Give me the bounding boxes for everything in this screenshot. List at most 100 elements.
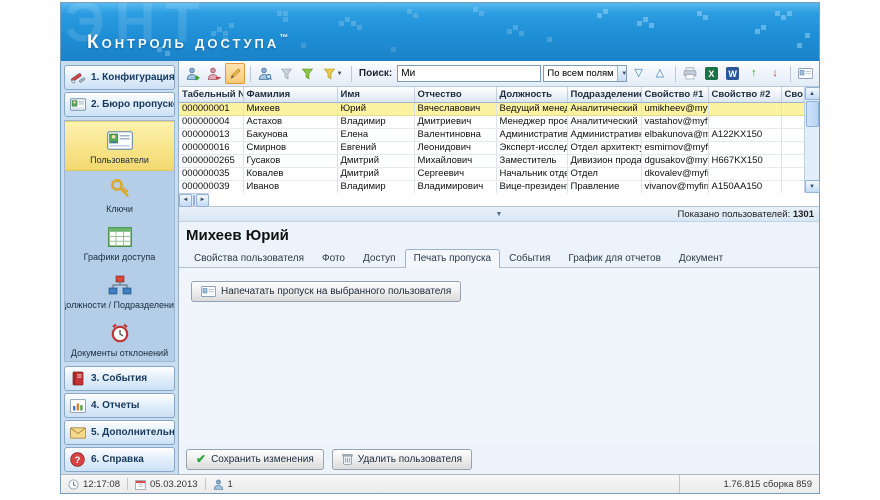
export-button[interactable]: ↓	[765, 63, 784, 84]
org-chart-icon	[107, 273, 133, 297]
table-cell: Отдел архитектуры	[567, 141, 641, 154]
sidebar-item-5[interactable]: Документы отклонений	[65, 315, 174, 362]
table-cell: Валентиновна	[414, 128, 496, 141]
column-header[interactable]: Имя	[337, 87, 414, 102]
toolbar: ▼ Поиск: По всем полям ▼ ▽ △ X	[179, 61, 819, 87]
table-cell	[781, 167, 804, 180]
page-background: ЭНТ Контроль доступа™ 1. Конфигурация2. …	[0, 0, 880, 500]
table-cell: Михеев	[243, 102, 337, 115]
find-user-button[interactable]	[256, 63, 275, 84]
column-header[interactable]: Подразделение	[567, 87, 641, 102]
table-row[interactable]: 000000039ИвановВладимирВладимировичВице-…	[179, 180, 804, 193]
scroll-up-button[interactable]: ▲	[805, 87, 820, 100]
search-field-select[interactable]: По всем полям ▼	[543, 65, 627, 82]
dropdown-arrow-icon[interactable]: ▼	[617, 66, 627, 81]
word-icon: W	[726, 67, 739, 80]
search-input[interactable]	[397, 65, 541, 82]
table-cell: Ведущий менеджер	[496, 102, 567, 115]
filter-clear-button[interactable]	[277, 63, 296, 84]
sidebar-item-4[interactable]: Должности / Подразделения	[65, 267, 174, 315]
table-vertical-scrollbar[interactable]: ▲ ▼	[804, 87, 819, 193]
tab-inactive[interactable]: Доступ	[354, 249, 405, 268]
users-table: Табельный №ФамилияИмяОтчествоДолжностьПо…	[179, 87, 819, 207]
filter-apply-button[interactable]	[298, 63, 317, 84]
sidebar-section-3[interactable]: 3. События	[64, 366, 175, 391]
filter-options-button[interactable]: ▼	[319, 63, 346, 84]
table-cell: Дмитрий	[337, 154, 414, 167]
shown-users-count: 1301	[793, 209, 814, 220]
shown-users-label: Показано пользователей:	[678, 209, 791, 220]
vertical-scroll-thumb[interactable]	[806, 101, 819, 127]
table-cell: 000000004	[179, 115, 243, 128]
tab-inactive[interactable]: Свойства пользователя	[185, 249, 313, 268]
person-find-icon	[258, 67, 272, 81]
column-header[interactable]: Свойство #1	[641, 87, 708, 102]
table-horizontal-scrollbar[interactable]: ◄ ►	[179, 193, 209, 206]
column-header[interactable]: Отчество	[414, 87, 496, 102]
tab-inactive[interactable]: Документ	[670, 249, 732, 268]
sidebar-item-3[interactable]: Графики доступа	[65, 219, 174, 267]
table-row[interactable]: 000000001МихеевЮрийВячеславовичВедущий м…	[179, 102, 804, 115]
sort-ascending-button[interactable]: △	[650, 63, 669, 84]
scroll-right-button[interactable]: ►	[196, 194, 209, 207]
tab-inactive[interactable]: События	[500, 249, 559, 268]
app-version: 1.76.815 сборка 859	[679, 475, 819, 493]
table-cell	[708, 167, 781, 180]
sidebar: 1. Конфигурация2. Бюро пропусков Пользов…	[61, 61, 179, 474]
sidebar-section-1[interactable]: 1. Конфигурация	[64, 65, 175, 90]
tab-inactive[interactable]: Фото	[313, 249, 354, 268]
tab-active[interactable]: Печать пропуска	[405, 249, 501, 268]
table-row[interactable]: 000000004АстаховВладимирДмитриевичМенедж…	[179, 115, 804, 128]
table-cell: Гусаков	[243, 154, 337, 167]
export-word-button[interactable]: W	[723, 63, 742, 84]
sidebar-section-4[interactable]: 4. Отчеты	[64, 393, 175, 418]
table-cell: Аналитический	[567, 115, 641, 128]
table-row[interactable]: 000000016СмирновЕвгенийЛеонидовичЭксперт…	[179, 141, 804, 154]
scroll-left-button[interactable]: ◄	[179, 194, 192, 207]
export-excel-button[interactable]: X	[702, 63, 721, 84]
print-pass-button[interactable]: Напечатать пропуск на выбранного пользов…	[191, 281, 461, 302]
column-header[interactable]: Сво	[781, 87, 804, 102]
horizontal-scroll-thumb[interactable]	[193, 195, 195, 206]
column-header[interactable]: Свойство #2	[708, 87, 781, 102]
table-row[interactable]: 0000000265ГусаковДмитрийМихайловичЗамест…	[179, 154, 804, 167]
column-header[interactable]: Должность	[496, 87, 567, 102]
sidebar-section-6[interactable]: ?6. Справка	[64, 447, 175, 472]
check-icon: ✔	[196, 453, 206, 465]
column-header[interactable]: Фамилия	[243, 87, 337, 102]
remove-user-button[interactable]	[204, 63, 223, 84]
toolbar-separator	[250, 66, 251, 82]
table-cell: 000000001	[179, 102, 243, 115]
table-row[interactable]: 000000035КовалевДмитрийСергеевичНачальни…	[179, 167, 804, 180]
collapse-chevron-icon[interactable]: ▼	[496, 211, 503, 218]
save-changes-button[interactable]: ✔ Сохранить изменения	[186, 449, 324, 470]
status-date: 05.03.2013	[150, 479, 198, 490]
sidebar-item-2[interactable]: Ключи	[65, 171, 174, 219]
edit-user-button[interactable]	[225, 63, 244, 84]
table-cell: Заместитель	[496, 154, 567, 167]
sidebar-item-1[interactable]: Пользователи	[65, 121, 174, 171]
reports-chart-icon	[69, 397, 86, 414]
print-list-button[interactable]	[681, 63, 700, 84]
detail-tabs: Свойства пользователяФотоДоступПечать пр…	[179, 248, 819, 268]
sidebar-section-5[interactable]: 5. Дополнительно	[64, 420, 175, 445]
sort-descending-button[interactable]: ▽	[629, 63, 648, 84]
sidebar-section-label: 4. Отчеты	[91, 400, 139, 411]
table-cell: A122KX150	[708, 128, 781, 141]
splitter-bar[interactable]: ▼ Показано пользователей: 1301	[179, 207, 819, 222]
tab-inactive[interactable]: График для отчетов	[559, 249, 670, 268]
status-bar: 12:17:08 05.03.2013 1 1.76.815 сборка 85…	[61, 474, 819, 493]
delete-user-button[interactable]: Удалить пользователя	[332, 449, 472, 470]
badge-preview-button[interactable]	[796, 63, 815, 84]
alarm-clock-icon	[109, 321, 131, 345]
status-time-segment: 12:17:08	[61, 475, 127, 493]
sidebar-section-2[interactable]: 2. Бюро пропусков	[64, 92, 175, 117]
sidebar-submenu: ПользователиКлючиГрафики доступаДолжност…	[64, 120, 175, 362]
header-pixel-decoration	[61, 3, 66, 8]
scroll-down-button[interactable]: ▼	[805, 180, 820, 193]
table-row[interactable]: 000000013БакуноваЕленаВалентиновнаАдмини…	[179, 128, 804, 141]
add-user-button[interactable]	[183, 63, 202, 84]
column-header[interactable]: Табельный №	[179, 87, 243, 102]
table-cell: Владимирович	[414, 180, 496, 193]
import-button[interactable]: ↑	[744, 63, 763, 84]
